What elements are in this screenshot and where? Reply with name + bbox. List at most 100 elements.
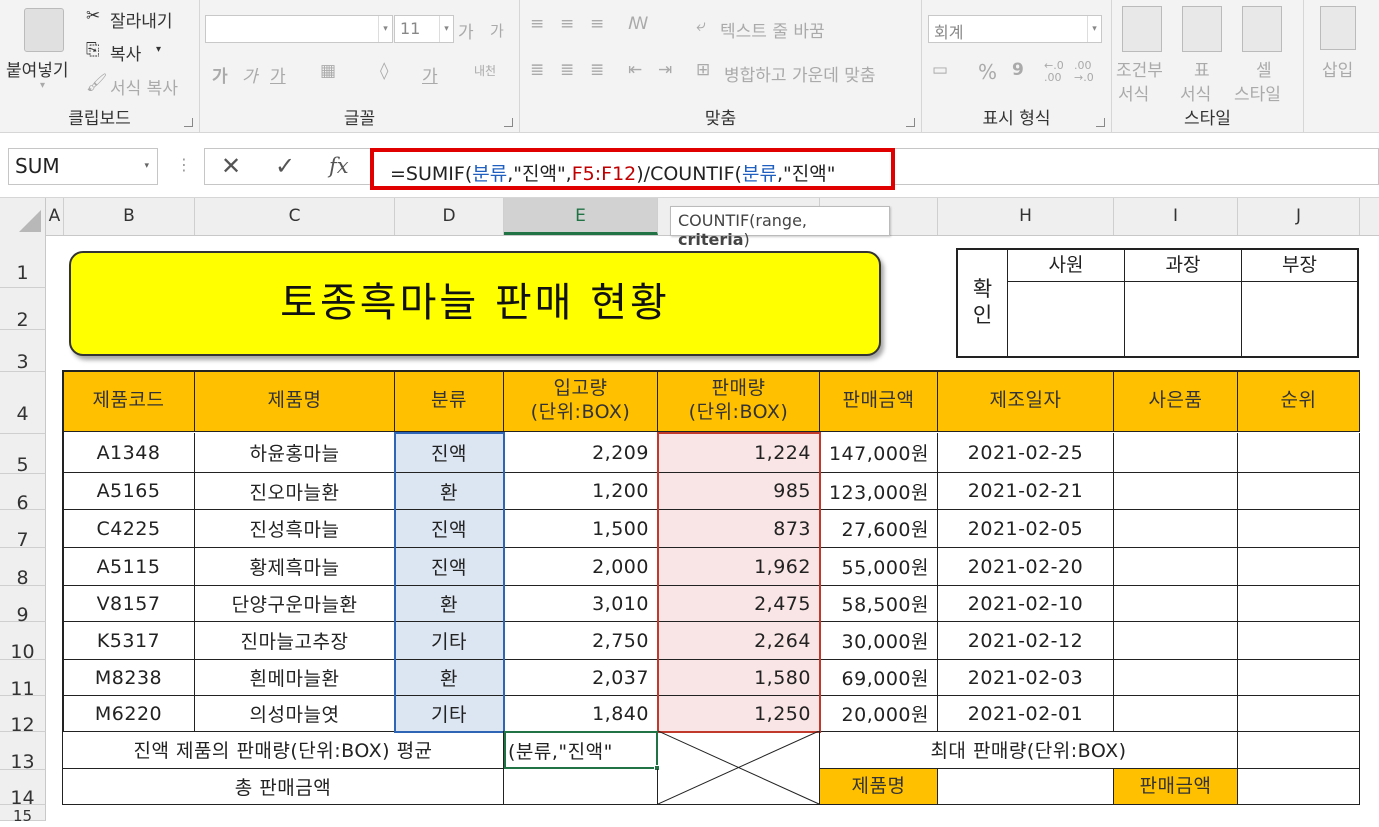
cell-gift[interactable]: [1114, 622, 1238, 660]
phonetic-button[interactable]: 내천: [474, 62, 496, 79]
header-sold[interactable]: 판매량 (단위:BOX): [658, 371, 820, 432]
cell-styles-button-2[interactable]: 스타일: [1234, 80, 1281, 105]
product-name-label-cell[interactable]: 제품명: [820, 769, 938, 805]
paste-button[interactable]: 붙여넣기: [6, 56, 69, 81]
row-header[interactable]: 2: [0, 288, 46, 331]
cell-name[interactable]: 진성흑마늘: [195, 510, 395, 548]
cell-rank[interactable]: [1238, 696, 1360, 732]
row-header[interactable]: 9: [0, 586, 46, 626]
select-all-corner[interactable]: [0, 198, 46, 236]
row-header[interactable]: 4: [0, 372, 46, 434]
header-gift[interactable]: 사은품: [1114, 371, 1238, 432]
cell-in[interactable]: 2,750: [504, 622, 658, 660]
cell-code[interactable]: A1348: [63, 433, 195, 473]
wrap-text-icon[interactable]: ⤶: [696, 16, 706, 36]
increase-indent-icon[interactable]: ⇥: [658, 60, 672, 80]
wrap-text-button[interactable]: 텍스트 줄 바꿈: [720, 17, 825, 42]
amount-value-cell[interactable]: [1238, 769, 1360, 805]
cell-amount[interactable]: 147,000원: [820, 433, 938, 473]
row-header[interactable]: 10: [0, 622, 46, 663]
shrink-font-button[interactable]: 가: [490, 20, 504, 41]
header-code[interactable]: 제품코드: [63, 371, 195, 432]
cell-category[interactable]: 기타: [395, 696, 504, 732]
cell-gift[interactable]: [1114, 696, 1238, 732]
align-bottom-icon[interactable]: ≡: [590, 14, 604, 34]
cell-name[interactable]: 하윤홍마늘: [195, 433, 395, 473]
conditional-format-icon[interactable]: [1122, 6, 1162, 52]
grow-font-button[interactable]: 가: [458, 18, 474, 43]
decrease-decimal-button[interactable]: .00 →.0: [1074, 60, 1104, 84]
cell-date[interactable]: 2021-02-12: [938, 622, 1114, 660]
row-header[interactable]: 6: [0, 474, 46, 514]
cell-in[interactable]: 2,209: [504, 433, 658, 473]
cell-date[interactable]: 2021-02-25: [938, 433, 1114, 473]
formula-input[interactable]: =SUMIF(분류,"진액",F5:F12)/COUNTIF(분류,"진액": [370, 148, 895, 190]
cell-sold[interactable]: 873: [658, 510, 820, 548]
cell-amount[interactable]: 30,000원: [820, 622, 938, 660]
row-header[interactable]: 8: [0, 548, 46, 589]
cell-sold[interactable]: 1,224: [658, 433, 820, 473]
cell-category[interactable]: 환: [395, 660, 504, 696]
format-painter-button[interactable]: 서식 복사: [110, 74, 178, 99]
align-right-icon[interactable]: ≣: [590, 60, 604, 80]
cell-date[interactable]: 2021-02-21: [938, 473, 1114, 510]
avg-label-cell[interactable]: 진액 제품의 판매량(단위:BOX) 평균: [63, 731, 504, 769]
cell-gift[interactable]: [1114, 433, 1238, 473]
cell-amount[interactable]: 58,500원: [820, 586, 938, 622]
header-date[interactable]: 제조일자: [938, 371, 1114, 432]
fill-color-icon[interactable]: ◊: [380, 61, 388, 81]
column-header[interactable]: E: [504, 198, 658, 235]
header-amount[interactable]: 판매금액: [820, 371, 938, 432]
format-as-table-button-1[interactable]: 표: [1194, 56, 1210, 81]
row-header[interactable]: 14: [0, 770, 46, 809]
alignment-launcher-icon[interactable]: [906, 118, 915, 127]
orientation-icon[interactable]: ꟿ: [628, 14, 648, 34]
format-as-table-icon[interactable]: [1182, 6, 1222, 52]
max-value-cell[interactable]: [1238, 731, 1360, 769]
format-painter-icon[interactable]: 🖌: [86, 73, 108, 93]
decrease-indent-icon[interactable]: ⇤: [628, 60, 642, 80]
cancel-icon[interactable]: ✕: [221, 149, 241, 184]
clipboard-launcher-icon[interactable]: [184, 118, 193, 127]
cell-rank[interactable]: [1238, 548, 1360, 586]
format-as-table-button-2[interactable]: 서식: [1180, 80, 1211, 105]
header-category[interactable]: 분류: [395, 371, 504, 432]
row-header[interactable]: 15: [0, 805, 46, 825]
comma-button[interactable]: 9: [1012, 60, 1024, 80]
cell-amount[interactable]: 55,000원: [820, 548, 938, 586]
cell-rank[interactable]: [1238, 510, 1360, 548]
font-launcher-icon[interactable]: [504, 118, 513, 127]
font-size-dropdown-icon[interactable]: ▾: [439, 16, 453, 42]
font-name-dropdown-icon[interactable]: ▾: [378, 16, 392, 42]
cell-code[interactable]: C4225: [63, 510, 195, 548]
cell-category[interactable]: 진액: [395, 548, 504, 586]
max-label-cell[interactable]: 최대 판매량(단위:BOX): [820, 731, 1238, 769]
approval-sign-manager[interactable]: [1125, 282, 1242, 356]
paste-dropdown-icon[interactable]: ▾: [40, 80, 45, 91]
insert-function-icon[interactable]: fx: [329, 149, 349, 184]
total-label-cell[interactable]: 총 판매금액: [63, 769, 504, 805]
column-header[interactable]: C: [195, 198, 395, 235]
cell-gift[interactable]: [1114, 548, 1238, 586]
cell-amount[interactable]: 123,000원: [820, 473, 938, 510]
header-rank[interactable]: 순위: [1238, 371, 1360, 432]
insert-icon[interactable]: [1320, 6, 1356, 50]
total-value-cell[interactable]: [504, 769, 658, 805]
insert-button[interactable]: 삽입: [1322, 56, 1353, 81]
amount-label-cell[interactable]: 판매금액: [1114, 769, 1238, 805]
cell-gift[interactable]: [1114, 586, 1238, 622]
paste-icon[interactable]: [24, 8, 64, 52]
cell-sold[interactable]: 985: [658, 473, 820, 510]
row-header[interactable]: 5: [0, 434, 46, 476]
enter-icon[interactable]: ✓: [275, 149, 295, 184]
approval-sign-staff[interactable]: [1008, 282, 1125, 356]
name-box-dropdown-icon[interactable]: ▾: [144, 161, 149, 171]
font-color-button[interactable]: 가: [422, 62, 438, 87]
merge-center-icon[interactable]: ⊞: [696, 60, 710, 80]
row-header[interactable]: 13: [0, 732, 46, 773]
cell-category[interactable]: 진액: [395, 510, 504, 548]
cell-rank[interactable]: [1238, 622, 1360, 660]
cell-in[interactable]: 2,037: [504, 660, 658, 696]
cell-date[interactable]: 2021-02-01: [938, 696, 1114, 732]
cell-amount[interactable]: 20,000원: [820, 696, 938, 732]
